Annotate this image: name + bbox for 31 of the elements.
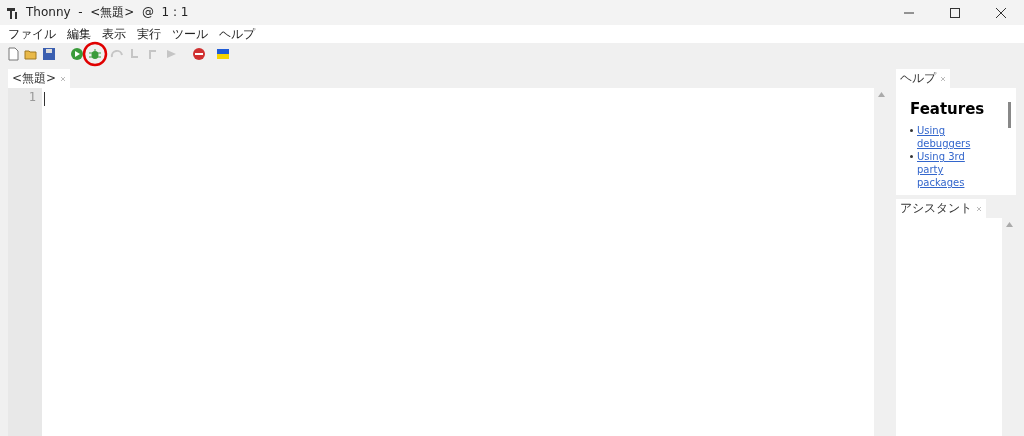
bullet-icon xyxy=(910,155,913,158)
menu-item[interactable]: 表示 xyxy=(98,25,133,43)
highlight-circle xyxy=(82,41,108,67)
close-icon[interactable] xyxy=(996,7,1006,18)
flag-icon[interactable] xyxy=(216,47,230,61)
save-icon[interactable] xyxy=(42,47,56,61)
menu-item[interactable]: 実行 xyxy=(133,25,168,43)
run-icon[interactable] xyxy=(70,47,84,61)
menu-item[interactable]: ツール xyxy=(168,25,215,43)
open-icon[interactable] xyxy=(24,47,38,61)
bullet-icon xyxy=(910,129,913,132)
scroll-up-icon[interactable] xyxy=(877,92,885,97)
editor-tab[interactable]: <無題> xyxy=(8,69,71,88)
new-icon[interactable] xyxy=(6,47,20,61)
help-link[interactable]: Using debuggers xyxy=(917,124,973,150)
debug-icon[interactable] xyxy=(88,47,102,61)
menu-item[interactable]: 編集 xyxy=(63,25,98,43)
text-cursor xyxy=(44,92,45,106)
app-logo-icon xyxy=(6,5,20,20)
window-title: Thonny - <無題> @ 1 : 1 xyxy=(26,4,190,21)
assistant-tab[interactable]: アシスタント xyxy=(896,199,986,219)
help-tab[interactable]: ヘルプ xyxy=(896,69,950,88)
help-link[interactable]: Using 3rd party packages xyxy=(917,150,973,189)
menu-item[interactable]: ファイル xyxy=(4,25,63,43)
menu-item[interactable]: ヘルプ xyxy=(215,25,262,43)
scrollbar-thumb[interactable] xyxy=(1008,102,1011,128)
maximize-icon[interactable] xyxy=(950,7,960,18)
scroll-up-icon[interactable] xyxy=(1005,222,1013,228)
line-number: 1 xyxy=(28,90,36,104)
help-heading: Features xyxy=(910,100,986,118)
stop-icon[interactable] xyxy=(192,47,206,61)
